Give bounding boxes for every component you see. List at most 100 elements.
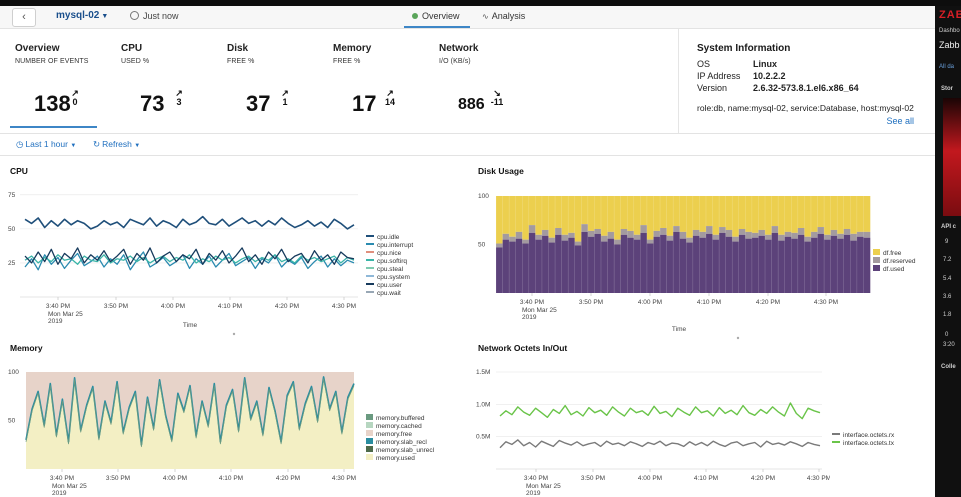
- bar-used: [712, 239, 720, 293]
- host-selector[interactable]: mysql-02 ▼: [56, 10, 108, 21]
- memory-chart[interactable]: 50 100 3:40 PM 3:50 PM 4:00 PM 4:10 PM 4:20 PM…: [0, 358, 380, 497]
- tab-overview-label: Overview: [422, 11, 460, 21]
- x-tick-label: 4:30 PM: [332, 303, 356, 310]
- kpi-network[interactable]: Network I/O (KB/s) 886 ↘ -11: [439, 29, 539, 133]
- bar-used: [692, 235, 700, 293]
- bar-used: [738, 234, 746, 293]
- legend-item[interactable]: cpu.nice: [366, 250, 413, 258]
- legend-item[interactable]: cpu.interrupt: [366, 242, 413, 250]
- tab-overview[interactable]: Overview: [404, 11, 469, 28]
- kpi-cpu[interactable]: CPU USED % 73 ↗ 3: [121, 29, 221, 133]
- bar-free: [535, 196, 543, 235]
- bar-free: [745, 196, 753, 232]
- legend-item[interactable]: cpu.wait: [366, 290, 413, 298]
- bar-reserved: [686, 237, 694, 243]
- legend-swatch: [366, 454, 373, 460]
- kpi-overview[interactable]: Overview NUMBER OF EVENTS 138 ↗ 0: [15, 29, 115, 133]
- legend-item[interactable]: cpu.idle: [366, 234, 413, 242]
- cpu-chart[interactable]: 25 50 75 3:40 PM 3:50 PM 4:00 PM 4:10 PM 4:20 P…: [0, 182, 380, 342]
- bar-reserved: [627, 230, 635, 238]
- legend-item[interactable]: df.reserved: [873, 257, 916, 265]
- legend-swatch: [366, 267, 374, 269]
- kpi-disk[interactable]: Disk FREE % 37 ↗ 1: [227, 29, 327, 133]
- bar-free: [561, 196, 569, 235]
- legend-item[interactable]: memory.used: [366, 454, 434, 462]
- kpi-subtitle: FREE %: [227, 58, 255, 65]
- refresh-dropdown[interactable]: ↻ Refresh ▼: [93, 139, 140, 150]
- x-tick-label: 3:40 PM: [524, 475, 548, 482]
- x-tick-label: 3:40 PM: [520, 299, 544, 306]
- legend-item[interactable]: df.used: [873, 265, 916, 273]
- sidebar-link[interactable]: All da: [939, 64, 954, 70]
- bar-free: [496, 196, 503, 244]
- bar-reserved: [699, 231, 707, 238]
- legend-swatch: [873, 265, 880, 271]
- legend-label: memory.slab_recl: [376, 439, 427, 446]
- sysinfo-ip-row: IP Address 10.2.2.2: [697, 71, 786, 81]
- bar-used: [830, 235, 838, 293]
- bar-reserved: [666, 235, 674, 241]
- bar-free: [705, 196, 713, 227]
- x-axis-title: Time: [672, 326, 687, 333]
- time-controls: ◷ Last 1 hour ▼ ↻ Refresh ▼: [0, 134, 935, 154]
- legend-item[interactable]: interface.octets.rx: [832, 432, 894, 440]
- bar-reserved: [784, 231, 792, 237]
- kpi-trend-value: 1: [282, 97, 288, 107]
- sidebar-tick: 7.2: [943, 257, 952, 263]
- legend-item[interactable]: cpu.user: [366, 282, 413, 290]
- kpi-subtitle: NUMBER OF EVENTS: [15, 58, 89, 65]
- bar-free: [817, 196, 825, 228]
- tab-analysis[interactable]: ∿ Analysis: [482, 11, 525, 21]
- x-tick-label: 4:20 PM: [756, 299, 780, 306]
- bar-reserved: [679, 231, 687, 239]
- bar-free: [653, 196, 661, 231]
- time-range-dropdown[interactable]: ◷ Last 1 hour ▼: [16, 139, 76, 150]
- bar-used: [791, 238, 799, 293]
- x-tick-label: 4:00 PM: [161, 303, 185, 310]
- legend-item[interactable]: memory.slab_unrecl: [366, 446, 434, 454]
- legend-item[interactable]: interface.octets.tx: [832, 440, 894, 448]
- legend-item[interactable]: df.free: [873, 249, 916, 257]
- bar-used: [600, 241, 608, 293]
- legend-item[interactable]: cpu.steal: [366, 266, 413, 274]
- sidebar-heading: Zabb: [939, 40, 960, 50]
- network-chart[interactable]: 0.5M 1.0M 1.5M 3:40 PM 3:50 PM 4:00 PM 4:10 PM…: [470, 358, 830, 497]
- y-tick-label: 50: [478, 242, 486, 249]
- sidebar-item[interactable]: Dashbo: [939, 28, 960, 34]
- kpi-memory[interactable]: Memory FREE % 17 ↗ 14: [333, 29, 433, 133]
- x-tick-label: 4:00 PM: [163, 475, 187, 482]
- pulse-icon: ∿: [482, 12, 489, 21]
- bar-used: [824, 239, 831, 293]
- bar-reserved: [600, 235, 608, 242]
- bar-used: [758, 235, 766, 293]
- legend-item[interactable]: memory.buffered: [366, 414, 434, 422]
- refresh-icon: ↻: [93, 139, 101, 149]
- x-date-label: Mon Mar 25: [522, 307, 557, 314]
- y-tick-label: 100: [478, 193, 489, 200]
- legend-item[interactable]: memory.cached: [366, 422, 434, 430]
- cpu-legend: cpu.idle cpu.interrupt cpu.nice cpu.softirq…: [366, 234, 413, 298]
- sidebar-section: API c: [941, 224, 957, 230]
- x-date-label: 2019: [526, 490, 541, 497]
- series-line-cpu-idle: [24, 215, 355, 230]
- legend-swatch: [873, 257, 880, 263]
- bar-used: [640, 232, 648, 293]
- legend-swatch: [366, 414, 373, 420]
- legend-swatch: [366, 291, 374, 293]
- legend-item[interactable]: cpu.softirq: [366, 258, 413, 266]
- legend-item[interactable]: memory.slab_recl: [366, 438, 434, 446]
- bar-used: [515, 238, 523, 293]
- see-all-link[interactable]: See all: [886, 116, 914, 126]
- x-tick-label: 4:10 PM: [697, 299, 721, 306]
- bar-used: [502, 239, 510, 293]
- disk-chart[interactable]: 50 100 3:40 PM 3:50 PM 4:00 PM 4:10 PM 4:20 PM…: [470, 182, 880, 342]
- back-button[interactable]: ‹: [12, 8, 36, 27]
- legend-item[interactable]: cpu.system: [366, 274, 413, 282]
- bar-free: [620, 196, 628, 229]
- bar-free: [738, 196, 746, 229]
- kpi-trend-value: -11: [490, 97, 504, 107]
- bar-reserved: [568, 232, 576, 238]
- legend-item[interactable]: memory.free: [366, 430, 434, 438]
- bar-free: [600, 196, 608, 236]
- kpi-trend-value: 14: [384, 97, 395, 107]
